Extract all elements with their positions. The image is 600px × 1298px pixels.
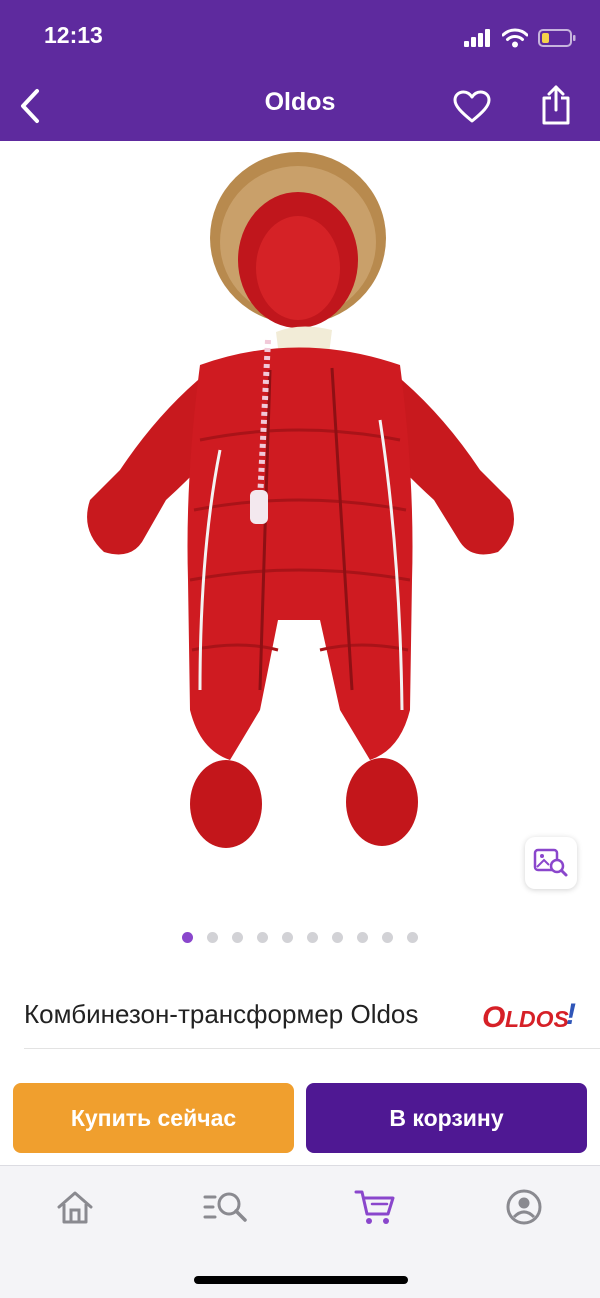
brand-logo[interactable]: O LDOS ! (480, 994, 578, 1034)
share-icon (542, 85, 570, 125)
gallery-dot[interactable] (232, 932, 243, 943)
tab-cart[interactable] (345, 1182, 405, 1232)
tab-home[interactable] (45, 1182, 105, 1232)
catalog-search-icon (203, 1192, 247, 1222)
wifi-icon (502, 28, 528, 48)
favorite-button[interactable] (451, 86, 493, 128)
tab-catalog[interactable] (196, 1182, 256, 1232)
visual-search-icon (533, 848, 568, 877)
svg-text:O: O (482, 1001, 505, 1034)
add-to-cart-button[interactable]: В корзину (306, 1083, 587, 1153)
gallery-dot[interactable] (207, 932, 218, 943)
heart-icon (453, 90, 491, 123)
product-title: Комбинезон-трансформер Oldos (24, 999, 419, 1029)
profile-icon (506, 1189, 542, 1225)
buy-now-button[interactable]: Купить сейчас (13, 1083, 294, 1153)
gallery-dot-active[interactable] (182, 932, 193, 943)
status-time: 12:13 (44, 22, 103, 48)
cellular-signal-icon (464, 29, 490, 47)
gallery-dot[interactable] (257, 932, 268, 943)
gallery-pagination (0, 932, 600, 943)
gallery-dot[interactable] (357, 932, 368, 943)
gallery-dot[interactable] (407, 932, 418, 943)
app-header: 12:13 Oldos (0, 0, 600, 141)
svg-text:LDOS: LDOS (505, 1006, 570, 1032)
divider (24, 1048, 600, 1049)
product-image[interactable] (70, 150, 530, 860)
svg-text:!: ! (566, 998, 576, 1031)
gallery-dot[interactable] (332, 932, 343, 943)
status-icons (464, 24, 576, 52)
gallery-dot[interactable] (382, 932, 393, 943)
gallery-dot[interactable] (307, 932, 318, 943)
gallery-dot[interactable] (282, 932, 293, 943)
home-indicator (194, 1276, 408, 1284)
tab-profile[interactable] (494, 1182, 554, 1232)
cart-icon (354, 1190, 395, 1224)
share-button[interactable] (535, 82, 577, 128)
page-title: Oldos (264, 88, 336, 116)
visual-search-button[interactable] (525, 837, 577, 889)
home-icon (57, 1191, 93, 1224)
battery-icon (538, 29, 576, 47)
